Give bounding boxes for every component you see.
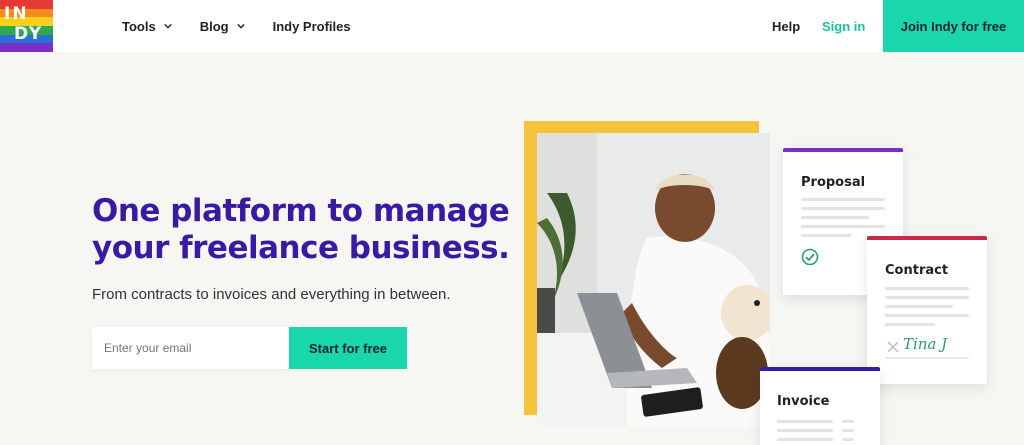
contract-signature: Tina J: [903, 335, 948, 353]
placeholder-line: [885, 323, 935, 326]
site-header: IN DY Tools Blog Indy Profiles Help Sign…: [0, 0, 1024, 52]
placeholder-line: [777, 429, 833, 432]
hero-headline-line2: your freelance business.: [92, 230, 510, 266]
placeholder-line: [777, 438, 833, 441]
help-link[interactable]: Help: [772, 19, 800, 34]
join-button[interactable]: Join Indy for free: [883, 0, 1024, 52]
proposal-card-title: Proposal: [801, 175, 866, 190]
chevron-down-icon: [236, 23, 245, 29]
hero-photo: [537, 133, 770, 426]
signin-link[interactable]: Sign in: [822, 19, 865, 34]
placeholder-line: [801, 225, 885, 228]
placeholder-line: [842, 420, 854, 423]
hero-headline-line1: One platform to manage: [92, 193, 510, 229]
placeholder-line: [885, 305, 953, 308]
placeholder-line: [885, 296, 969, 299]
proposal-card-bar: [783, 148, 903, 152]
contract-card-title: Contract: [885, 263, 949, 278]
nav-item-blog[interactable]: Blog: [200, 19, 245, 34]
start-for-free-button[interactable]: Start for free: [289, 327, 407, 369]
contract-card: Contract Tina J: [867, 236, 987, 384]
placeholder-line: [801, 216, 869, 219]
nav-item-label: Blog: [199, 18, 229, 34]
placeholder-line: [801, 207, 885, 210]
placeholder-line: [885, 287, 969, 290]
check-circle-icon: [801, 248, 819, 266]
hero-subline: From contracts to invoices and everythin…: [92, 286, 451, 303]
contract-card-bar: [867, 236, 987, 240]
placeholder-line: [885, 314, 969, 317]
placeholder-line: [801, 198, 885, 201]
nav-item-label: Indy Profiles: [272, 18, 351, 34]
nav-item-tools[interactable]: Tools: [122, 19, 172, 34]
placeholder-line: [777, 420, 833, 423]
invoice-card: Invoice: [760, 367, 880, 445]
logo-text-line2: DY: [14, 24, 44, 44]
logo-text-line1: IN: [4, 4, 29, 24]
hero-headline: One platform to manage your freelance bu…: [92, 193, 512, 267]
main-nav: Tools Blog Indy Profiles: [122, 0, 351, 52]
placeholder-line: [801, 234, 851, 237]
x-mark-icon: [887, 341, 899, 353]
indy-logo[interactable]: IN DY: [0, 0, 53, 52]
placeholder-line: [842, 438, 854, 441]
logo-text: IN DY: [0, 0, 53, 52]
invoice-card-bar: [760, 367, 880, 371]
chevron-down-icon: [163, 23, 172, 29]
nav-item-indy-profiles[interactable]: Indy Profiles: [273, 19, 351, 34]
nav-item-label: Tools: [122, 18, 156, 34]
email-input[interactable]: [92, 327, 289, 369]
invoice-card-title: Invoice: [777, 394, 830, 409]
placeholder-line: [842, 429, 854, 432]
freelancer-illustration: [537, 133, 770, 426]
signature-line: [885, 357, 969, 359]
